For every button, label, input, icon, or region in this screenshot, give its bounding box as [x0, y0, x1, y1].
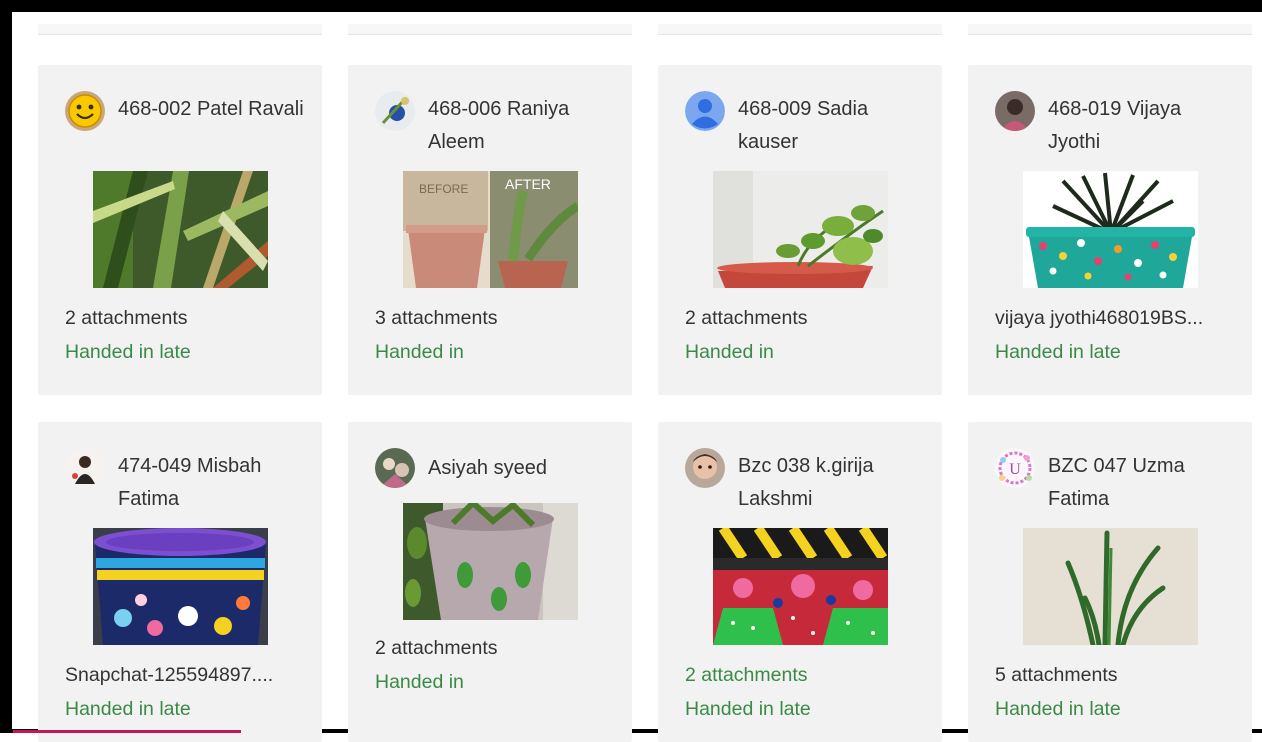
attachment-thumbnail[interactable] [93, 171, 268, 288]
attachment-count[interactable]: 5 attachments [995, 664, 1230, 687]
photo-avatar [685, 448, 725, 488]
attachment-thumbnail[interactable]: BEFORE AFTER [403, 171, 578, 288]
attachment-count[interactable]: 2 attachments [685, 664, 920, 687]
after-label: AFTER [505, 176, 551, 192]
attachment-filename[interactable]: vijaya jyothi468019BS... [995, 307, 1230, 330]
attachment-count[interactable]: 2 attachments [685, 307, 920, 330]
before-label: BEFORE [419, 182, 468, 196]
status-label: Handed in [375, 341, 464, 363]
attachment-filename[interactable]: Snapchat-125594897.... [65, 664, 300, 687]
student-name[interactable]: 468-019 Vijaya Jyothi [1048, 93, 1238, 159]
attachment-count[interactable]: 2 attachments [65, 307, 300, 330]
attachment-thumbnail[interactable] [403, 503, 578, 620]
attachment-thumbnail[interactable] [1023, 171, 1198, 288]
submissions-grid: 468-002 Patel Ravali 2 attachments Hande… [0, 0, 1262, 742]
card-stub [968, 24, 1252, 35]
letter-avatar: U [995, 448, 1035, 488]
submission-card[interactable]: 474-049 Misbah Fatima Snapchat-125594897… [38, 422, 322, 742]
student-name[interactable]: BZC 047 Uzma Fatima [1048, 450, 1238, 516]
submission-card[interactable]: Asiyah syeed 2 attachments Handed in [348, 422, 632, 742]
default-person-avatar [685, 91, 725, 131]
status-label: Handed in late [65, 341, 191, 363]
student-name[interactable]: 474-049 Misbah Fatima [118, 450, 308, 516]
attachment-thumbnail[interactable] [93, 528, 268, 645]
card-stub [658, 24, 942, 35]
status-label: Handed in late [995, 698, 1121, 720]
submission-card[interactable]: 468-006 Raniya Aleem BEFORE AFTER 3 atta… [348, 65, 632, 395]
student-name[interactable]: 468-002 Patel Ravali [118, 93, 308, 126]
student-name[interactable]: Asiyah syeed [428, 452, 618, 485]
status-label: Handed in [375, 671, 464, 693]
submission-card[interactable]: U BZC 047 Uzma Fatima 5 attachments Hand… [968, 422, 1252, 742]
smiley-avatar [65, 91, 105, 131]
student-name[interactable]: 468-006 Raniya Aleem [428, 93, 618, 159]
attachment-count[interactable]: 3 attachments [375, 307, 610, 330]
photo-avatar [995, 91, 1035, 131]
attachment-count[interactable]: 2 attachments [375, 637, 610, 660]
status-label: Handed in late [65, 698, 191, 720]
submission-card[interactable]: 468-009 Sadia kauser 2 attachments Hande… [658, 65, 942, 395]
submission-card[interactable]: 468-019 Vijaya Jyothi vijaya jyothi46801… [968, 65, 1252, 395]
photo-avatar [65, 448, 105, 488]
card-stub [38, 24, 322, 35]
submission-card[interactable]: Bzc 038 k.girija Lakshmi 2 attachments H… [658, 422, 942, 742]
student-name[interactable]: 468-009 Sadia kauser [738, 93, 928, 159]
card-stub [348, 24, 632, 35]
photo-avatar [375, 448, 415, 488]
student-name[interactable]: Bzc 038 k.girija Lakshmi [738, 450, 928, 516]
attachment-thumbnail[interactable] [1023, 528, 1198, 645]
photo-avatar [375, 91, 415, 131]
status-label: Handed in [685, 341, 774, 363]
status-label: Handed in late [995, 341, 1121, 363]
attachment-thumbnail[interactable] [713, 171, 888, 288]
status-label: Handed in late [685, 698, 811, 720]
attachment-thumbnail[interactable] [713, 528, 888, 645]
submission-card[interactable]: 468-002 Patel Ravali 2 attachments Hande… [38, 65, 322, 395]
avatar-letter: U [1009, 461, 1021, 478]
